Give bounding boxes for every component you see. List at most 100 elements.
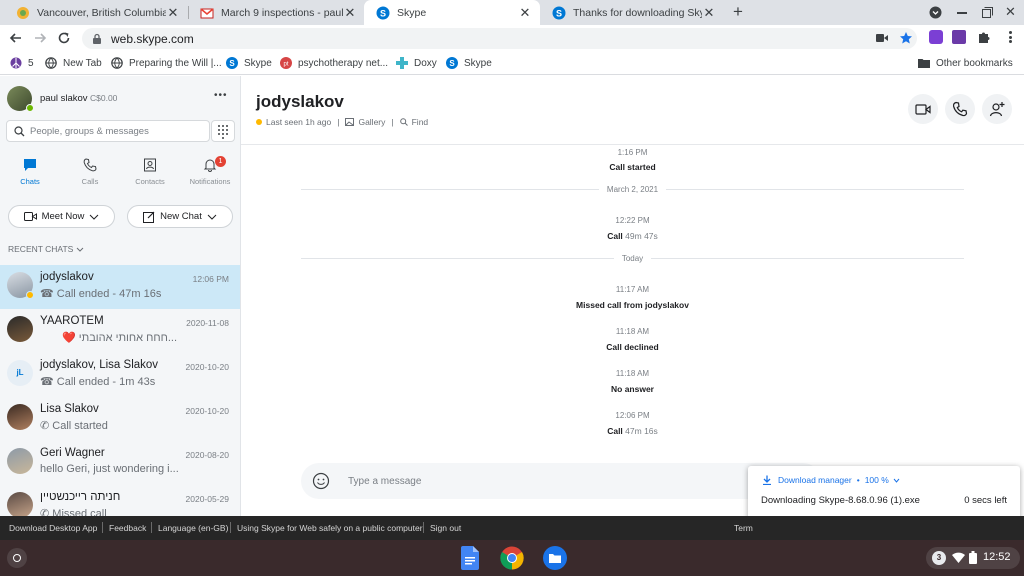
chrome-icon[interactable]: [500, 546, 524, 570]
bookmark-label: Preparing the Will |...: [129, 57, 222, 69]
browser-menu-icon[interactable]: [1004, 29, 1016, 45]
download-manager-label: Download manager: [778, 475, 852, 485]
chat-item-yaarotem[interactable]: YAAROTEM 2020-11-08 ❤️ חחח אחותי אהובתי.…: [0, 309, 240, 353]
chat-item-lisa[interactable]: Lisa Slakov 2020-10-20 ✆ Call started: [0, 397, 240, 441]
download-manager-header[interactable]: Download manager • 100 %: [762, 475, 900, 485]
avatar-initials: jL: [7, 360, 33, 386]
launcher-button[interactable]: [7, 548, 27, 568]
tab-vancouver[interactable]: Vancouver, British Columbia Ho ✕: [4, 0, 188, 25]
bookmark-psychotherapy[interactable]: pt psychotherapy net...: [280, 56, 388, 70]
chat-item-jodyslakov[interactable]: jodyslakov 12:06 PM ☎ Call ended - 47m 1…: [0, 265, 240, 309]
more-options-icon[interactable]: •••: [214, 90, 228, 101]
chat-item-group[interactable]: jL jodyslakov, Lisa Slakov 2020-10-20 ☎ …: [0, 353, 240, 397]
close-window-icon[interactable]: ✕: [1005, 4, 1016, 20]
status-tray[interactable]: 3 12:52: [926, 547, 1020, 569]
globe-icon: [111, 57, 123, 69]
tab-label: Notifications: [189, 177, 231, 186]
tab-close-icon[interactable]: ✕: [702, 5, 716, 20]
address-bar[interactable]: web.skype.com: [82, 28, 917, 49]
call-event-text: No answer: [611, 384, 654, 394]
download-percent: 100 %: [864, 475, 889, 485]
tab-close-icon[interactable]: ✕: [166, 5, 180, 20]
find-link[interactable]: Find: [412, 117, 429, 127]
clock: 12:52: [983, 551, 1011, 563]
bookmark-new-tab[interactable]: New Tab: [45, 56, 102, 70]
conversation-title[interactable]: jodyslakov: [256, 92, 344, 112]
bookmark-skype-2[interactable]: S Skype: [446, 56, 492, 70]
chat-name: jodyslakov: [40, 271, 94, 283]
tab-contacts[interactable]: Contacts: [120, 158, 180, 186]
video-call-button[interactable]: [908, 94, 938, 124]
tab-notifications[interactable]: Notifications 1: [180, 156, 240, 186]
restore-icon[interactable]: [982, 7, 993, 18]
pdf-extension-icon[interactable]: [952, 30, 966, 44]
wifi-icon: [952, 552, 965, 563]
tab-search-icon[interactable]: [929, 6, 942, 19]
profile-credit[interactable]: C$0.00: [90, 93, 117, 103]
add-people-button[interactable]: [982, 94, 1012, 124]
tab-title: Skype: [397, 6, 427, 19]
message-composer[interactable]: Type a message: [301, 463, 821, 499]
recent-chats-header[interactable]: RECENT CHATS: [8, 244, 84, 254]
forward-icon[interactable]: [32, 30, 48, 46]
sidebar: paul slakov C$0.00 ••• People, groups & …: [0, 76, 241, 516]
chat-preview: ✆ Missed call: [40, 507, 107, 516]
puzzle-icon[interactable]: [977, 30, 991, 44]
header-dot: •: [856, 475, 860, 485]
emoji-icon[interactable]: [312, 472, 330, 490]
files-app[interactable]: [543, 546, 567, 570]
phone-icon: [83, 158, 97, 172]
tab-calls[interactable]: Calls: [60, 158, 120, 186]
sign-out-link[interactable]: Sign out: [430, 523, 461, 533]
other-bookmarks[interactable]: Other bookmarks: [918, 56, 1013, 70]
tab-close-icon[interactable]: ✕: [343, 5, 357, 20]
new-chat-button[interactable]: New Chat: [127, 205, 233, 228]
tab-chats[interactable]: Chats: [0, 158, 60, 186]
bookmark-doxy[interactable]: Doxy: [396, 56, 437, 70]
google-docs-icon[interactable]: [461, 546, 479, 570]
meet-now-button[interactable]: Meet Now: [8, 205, 115, 228]
chat-item-geri[interactable]: Geri Wagner 2020-08-20 hello Geri, just …: [0, 441, 240, 485]
gallery-link[interactable]: Gallery: [358, 117, 385, 127]
chevron-down-icon: [207, 214, 217, 220]
tab-skype[interactable]: S Skype ✕: [364, 0, 540, 25]
chat-preview-text: Missed call: [52, 508, 107, 516]
tab-thanks-skype[interactable]: S Thanks for downloading Skype ✕: [540, 0, 724, 25]
chat-preview-text: Call ended - 47m 16s: [56, 288, 162, 300]
new-tab-button[interactable]: +: [733, 3, 743, 21]
message-timestamp: 1:16 PM: [617, 148, 648, 157]
minimize-icon[interactable]: [957, 12, 967, 14]
dialpad-button[interactable]: [211, 120, 235, 142]
language-link[interactable]: Language (en-GB): [158, 523, 228, 533]
chat-preview: ✆ Call started: [40, 419, 108, 432]
profile-name[interactable]: paul slakov: [40, 93, 88, 104]
terms-link[interactable]: Term: [734, 523, 753, 533]
tab-gmail[interactable]: March 9 inspections - pauljslak ✕: [188, 0, 365, 25]
back-icon[interactable]: [8, 30, 24, 46]
call-event: Missed call from jodyslakov: [241, 300, 1024, 310]
feedback-link[interactable]: Feedback: [109, 523, 146, 533]
svg-text:S: S: [556, 8, 562, 18]
download-desktop-app-link[interactable]: Download Desktop App: [9, 523, 97, 533]
audio-call-button[interactable]: [945, 94, 975, 124]
extension-icon[interactable]: [929, 30, 943, 44]
tab-title: March 9 inspections - pauljslak: [221, 6, 343, 19]
bookmark-star-icon[interactable]: [899, 31, 913, 45]
presence-online-icon: [26, 104, 34, 112]
bookmark-skype[interactable]: S Skype: [226, 56, 272, 70]
presence-away-icon: [26, 291, 34, 299]
chat-item-hanita[interactable]: חניתה רייכנשטיין 2020-05-29 ✆ Missed cal…: [0, 485, 240, 516]
reload-icon[interactable]: [56, 30, 72, 46]
camera-indicator-icon[interactable]: [876, 33, 888, 43]
safety-link[interactable]: Using Skype for Web safely on a public c…: [237, 523, 423, 533]
chat-date: 2020-10-20: [185, 406, 229, 416]
footer-separator: [102, 522, 103, 533]
heart-icon: ❤️: [62, 332, 79, 344]
chat-date: 2020-08-20: [185, 450, 229, 460]
chat-preview-text: Call started: [52, 420, 108, 432]
bookmark-5[interactable]: 5: [10, 56, 34, 70]
message-timestamp: 11:18 AM: [615, 327, 650, 336]
search-input[interactable]: People, groups & messages: [6, 120, 210, 142]
bookmark-preparing-will[interactable]: Preparing the Will |...: [111, 56, 222, 70]
tab-close-icon[interactable]: ✕: [518, 5, 532, 20]
